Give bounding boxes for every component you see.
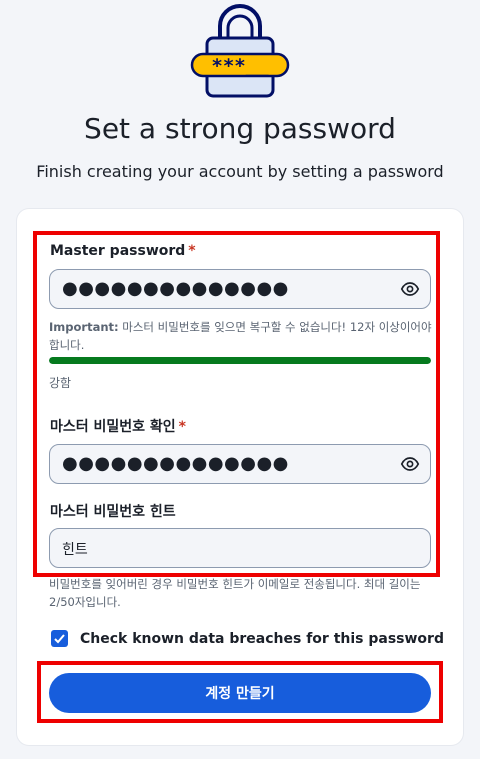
breach-check-checkbox[interactable] bbox=[51, 630, 68, 647]
master-password-help: Important: 마스터 비밀번호를 잊으면 복구할 수 없습니다! 12자… bbox=[49, 320, 432, 352]
eye-icon[interactable] bbox=[400, 455, 420, 473]
page-title: Set a strong password bbox=[84, 112, 396, 145]
master-password-value: ●●●●●●●●●●●●●● bbox=[62, 278, 289, 299]
breach-check-label[interactable]: Check known data breaches for this passw… bbox=[80, 631, 444, 647]
hint-help: 비밀번호를 잊어버린 경우 비밀번호 힌트가 이메일로 전송됩니다. 최대 길이… bbox=[49, 577, 421, 609]
password-strength-fill bbox=[49, 357, 431, 364]
page-subtitle: Finish creating your account by setting … bbox=[36, 162, 444, 181]
confirm-password-label: 마스터 비밀번호 확인 * bbox=[50, 419, 186, 435]
master-password-input[interactable]: ●●●●●●●●●●●●●● bbox=[49, 269, 431, 309]
check-icon bbox=[54, 634, 65, 644]
hint-value: 힌트 bbox=[62, 542, 88, 558]
logo-text: ***__ bbox=[211, 55, 269, 77]
password-strength-label: 강함 bbox=[49, 376, 72, 390]
hint-input[interactable]: 힌트 bbox=[49, 528, 431, 568]
confirm-password-value: ●●●●●●●●●●●●●● bbox=[62, 453, 289, 474]
required-mark: * bbox=[188, 243, 196, 259]
eye-icon[interactable] bbox=[400, 280, 420, 298]
required-mark: * bbox=[178, 419, 186, 435]
password-strength-meter bbox=[49, 357, 431, 364]
create-account-button[interactable]: 계정 만들기 bbox=[49, 673, 431, 713]
confirm-password-input[interactable]: ●●●●●●●●●●●●●● bbox=[49, 444, 431, 484]
master-password-label: Master password * bbox=[50, 243, 196, 259]
lock-icon: ***__ bbox=[190, 4, 290, 98]
hint-label: 마스터 비밀번호 힌트 bbox=[50, 504, 176, 520]
